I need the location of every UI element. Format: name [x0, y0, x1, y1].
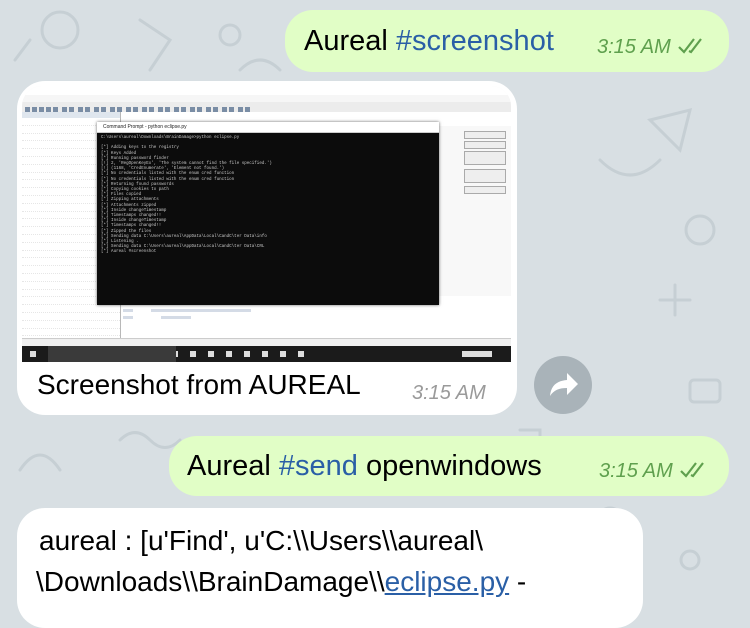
photo-caption: Screenshot from AUREAL	[37, 369, 361, 400]
forward-button[interactable]	[534, 356, 592, 414]
message-text-part: \Downloads\\BrainDamage\\	[36, 566, 385, 597]
message-time: 3:15 AM	[597, 36, 671, 58]
outgoing-message-1[interactable]: Aureal #screenshot 3:15 AM	[285, 10, 729, 72]
message-line-2: \Downloads\\BrainDamage\\eclipse.py -	[36, 566, 526, 598]
command-prompt-output: C:\Users\aureal\Downloads\BrainDamage>py…	[97, 133, 439, 259]
cmd-output-line: [*] Aureal #screenshot	[101, 250, 157, 255]
hashtag-link[interactable]: #screenshot	[396, 25, 554, 57]
forward-arrow-icon	[550, 373, 578, 396]
message-text-part: -	[509, 566, 527, 597]
notepad-toolbar	[22, 102, 511, 113]
command-prompt-title: Command Prompt - python eclipse.py	[97, 122, 439, 133]
notepad-menu-bar	[22, 95, 511, 102]
message-line-1: aureal : [u'Find', u'C:\\Users\\aureal\	[39, 525, 484, 556]
hashtag-link[interactable]: #send	[279, 450, 358, 482]
message-text-part: Aureal	[304, 25, 396, 57]
double-check-icon	[679, 461, 709, 484]
message-time: 3:15 AM	[599, 460, 673, 482]
file-link[interactable]: eclipse.py	[385, 566, 510, 597]
message-text: Aureal #screenshot	[304, 25, 554, 58]
notepad-title-bar	[22, 86, 511, 95]
outgoing-message-2[interactable]: Aureal #send openwindows 3:15 AM	[169, 436, 729, 496]
double-check-icon	[677, 37, 707, 60]
screenshot-thumbnail[interactable]: Command Prompt - python eclipse.py C:\Us…	[22, 86, 511, 362]
message-time: 3:15 AM	[412, 382, 486, 404]
message-text: Aureal #send openwindows	[187, 450, 542, 483]
message-text-part: openwindows	[357, 450, 542, 482]
taskbar-search-box	[48, 346, 176, 362]
incoming-message-text[interactable]: aureal : [u'Find', u'C:\\Users\\aureal\ …	[17, 508, 643, 628]
message-meta: 3:15 AM	[599, 460, 709, 484]
message-meta: 3:15 AM	[597, 36, 707, 60]
message-text-part: Aureal	[187, 450, 279, 482]
command-prompt-window: Command Prompt - python eclipse.py C:\Us…	[97, 122, 439, 305]
